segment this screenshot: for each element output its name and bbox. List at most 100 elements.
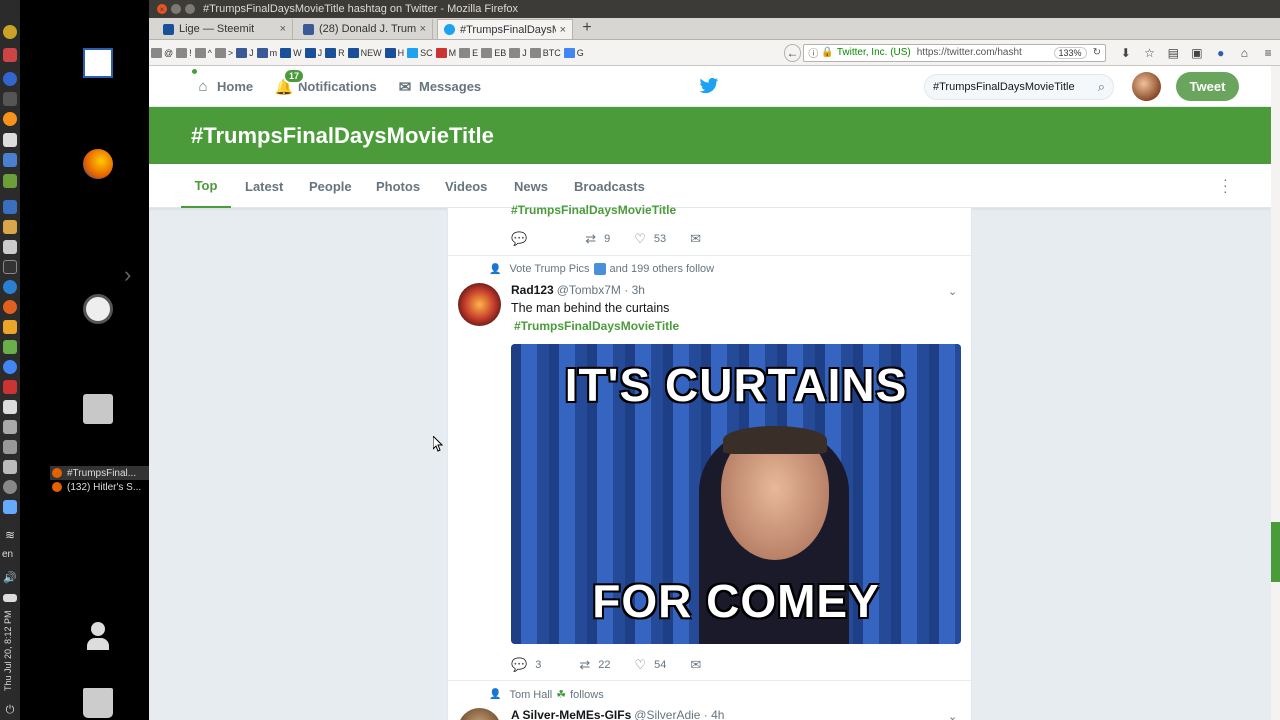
context-user-link[interactable]: Tom Hall	[509, 689, 552, 701]
app-icon[interactable]	[3, 240, 17, 254]
bookmark-item[interactable]: @	[151, 45, 173, 61]
reply-button[interactable]: 💬	[511, 231, 535, 247]
avatar[interactable]	[1132, 72, 1161, 101]
app-icon[interactable]	[3, 420, 17, 434]
tab-twitter[interactable]: #TrumpsFinalDaysMo ×	[437, 19, 573, 39]
bookmark-item[interactable]: E	[459, 45, 478, 61]
tab-broadcasts[interactable]: Broadcasts	[574, 164, 645, 208]
app-icon[interactable]	[3, 480, 17, 494]
bookmark-item[interactable]: ^	[194, 45, 212, 61]
app-icon[interactable]	[3, 48, 17, 62]
tweet-image[interactable]: IT'S CURTAINS FOR COMEY	[511, 344, 961, 644]
maximize-window-button[interactable]	[185, 4, 195, 14]
firefox-icon[interactable]	[83, 149, 113, 179]
tweet-author-handle[interactable]: @Tombx7M · 3h	[557, 283, 645, 297]
nav-messages[interactable]: ✉ Messages	[396, 66, 481, 107]
close-window-button[interactable]: ×	[157, 4, 167, 14]
bookmark-item[interactable]: J	[509, 45, 527, 61]
tweet-hashtag-link[interactable]: #TrumpsFinalDaysMovieTitle	[514, 319, 679, 333]
direct-message-button[interactable]: ✉	[690, 657, 709, 673]
bookmark-item[interactable]: !	[176, 45, 192, 61]
app-icon[interactable]	[3, 72, 17, 86]
tweet-author-name[interactable]: A Silver-MeMEs-GIFs	[511, 708, 631, 720]
bookmark-item[interactable]: H	[384, 45, 404, 61]
battery-icon[interactable]	[3, 594, 17, 602]
tab-photos[interactable]: Photos	[376, 164, 420, 208]
twitter-bird-icon[interactable]	[699, 77, 719, 95]
tweet-button[interactable]: Tweet	[1176, 72, 1239, 101]
app-icon[interactable]	[3, 153, 17, 167]
app-icon[interactable]	[3, 320, 17, 334]
site-identity[interactable]: Twitter, Inc. (US)	[837, 47, 911, 58]
app-icon[interactable]	[3, 300, 17, 314]
bookmark-item[interactable]: SC	[407, 45, 433, 61]
nav-notifications[interactable]: 🔔 17 Notifications	[275, 66, 377, 107]
tab-steemit[interactable]: Lige — Steemit ×	[157, 19, 293, 39]
close-tab-icon[interactable]: ×	[280, 23, 286, 35]
new-tab-button[interactable]: +	[577, 19, 597, 39]
zoom-level[interactable]: 133%	[1053, 46, 1087, 59]
download-icon[interactable]: ⬇	[1114, 46, 1138, 60]
app-icon[interactable]	[3, 500, 17, 514]
retweet-button[interactable]: ⇄ 22	[579, 657, 610, 673]
tab-facebook[interactable]: (28) Donald J. Trump - ×	[297, 19, 433, 39]
reload-icon[interactable]: ↻	[1093, 47, 1101, 58]
app-icon[interactable]	[3, 92, 17, 106]
keyboard-language[interactable]: en	[2, 549, 13, 560]
chrome-icon[interactable]	[3, 360, 17, 374]
bookmark-item[interactable]: J	[236, 45, 254, 61]
app-icon[interactable]	[3, 380, 17, 394]
home-icon[interactable]: ⌂	[1233, 46, 1257, 60]
avatar[interactable]	[458, 283, 501, 326]
app-icon[interactable]	[3, 400, 17, 414]
url-bar[interactable]: ⓘ 🔒 Twitter, Inc. (US) https://twitter.c…	[803, 43, 1106, 62]
more-options-icon[interactable]: · · ·	[1223, 172, 1229, 198]
avatar[interactable]	[458, 708, 501, 720]
ubuntu-icon[interactable]	[83, 294, 113, 324]
tab-top[interactable]: Top	[181, 164, 231, 208]
bitcoin-icon[interactable]	[3, 112, 17, 126]
bookmark-item[interactable]: NEW	[347, 45, 382, 61]
taskwin-youtube[interactable]: (132) Hitler's S...	[50, 480, 150, 494]
youtube-icon[interactable]: ▣	[1185, 46, 1209, 60]
app-icon[interactable]	[3, 460, 17, 474]
tab-news[interactable]: News	[514, 164, 548, 208]
tab-people[interactable]: People	[309, 164, 352, 208]
app-icon[interactable]	[3, 280, 17, 294]
tweet-author-name[interactable]: Rad123	[511, 283, 554, 297]
wifi-icon[interactable]: ≋	[3, 528, 17, 542]
terminal-icon[interactable]	[3, 260, 17, 274]
bookmark-item[interactable]: m	[256, 45, 277, 61]
bookmark-item[interactable]: >	[214, 45, 233, 61]
app-icon[interactable]	[3, 220, 17, 234]
app-icon[interactable]	[3, 174, 17, 188]
extension-icon[interactable]: ●	[1209, 46, 1233, 60]
bookmark-item[interactable]: R	[325, 45, 345, 61]
context-user-link[interactable]: Vote Trump Pics	[509, 263, 589, 275]
retweet-button[interactable]: ⇄ 9	[585, 231, 610, 247]
like-button[interactable]: ♡ 54	[634, 657, 666, 673]
volume-icon[interactable]: 🔊	[3, 571, 17, 585]
tweet-author-handle[interactable]: @SilverAdie · 4h	[634, 708, 724, 720]
like-button[interactable]: ♡ 53	[634, 231, 666, 247]
trash-icon[interactable]	[83, 688, 113, 718]
chevron-down-icon[interactable]: ⌄	[948, 710, 957, 720]
bookmark-star-icon[interactable]: ☆	[1138, 46, 1162, 60]
user-icon[interactable]	[83, 622, 113, 652]
close-tab-icon[interactable]: ×	[420, 23, 426, 35]
tab-videos[interactable]: Videos	[445, 164, 487, 208]
nav-home[interactable]: ⌂ Home	[192, 66, 253, 107]
reply-button[interactable]: 💬 3	[511, 657, 541, 673]
file-cabinet-icon[interactable]	[83, 394, 113, 424]
bookmark-item[interactable]: BTC	[529, 45, 561, 61]
url-text[interactable]: https://twitter.com/hasht	[917, 47, 1051, 58]
tab-latest[interactable]: Latest	[245, 164, 283, 208]
minimize-window-button[interactable]	[171, 4, 181, 14]
app-icon[interactable]	[3, 340, 17, 354]
expand-arrow-icon[interactable]: ›	[124, 262, 131, 288]
back-button[interactable]: ←	[783, 43, 802, 62]
taskwin-twitter[interactable]: #TrumpsFinal...	[50, 466, 150, 480]
page-scrollbar[interactable]	[1271, 66, 1280, 720]
direct-message-button[interactable]: ✉	[690, 231, 709, 247]
menu-icon[interactable]: ≡	[1256, 46, 1280, 60]
